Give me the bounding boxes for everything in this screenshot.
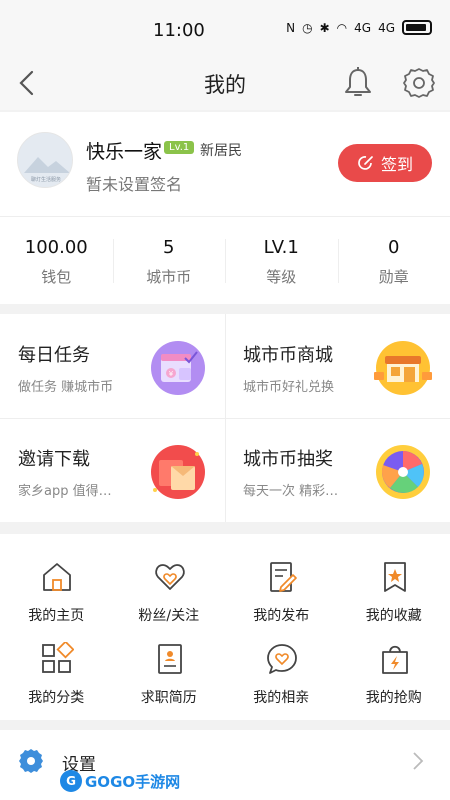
nfc-icon: N (286, 20, 296, 35)
stat-label: 等级 (266, 268, 297, 286)
grid-item-flash-sale[interactable]: 我的抢购 (338, 624, 450, 712)
watermark-text: GOGO手游网 (85, 772, 181, 791)
bookmark-icon (383, 562, 406, 592)
dating-icon (267, 644, 297, 674)
grid-item-label: 粉丝/关注 (138, 608, 200, 624)
stat-label: 勋章 (378, 268, 409, 286)
stat-label: 钱包 (41, 268, 72, 286)
card-title: 邀请下载 (18, 449, 90, 470)
grid-item-resume[interactable]: 求职简历 (113, 624, 226, 712)
card-title: 每日任务 (18, 345, 90, 366)
stat-value: LV.1 (263, 237, 299, 258)
card-subtitle: 做任务 赚城市币 (18, 380, 114, 395)
avatar-image-icon: 聊灯生活服务 (18, 133, 72, 187)
grid-item-label: 我的收藏 (365, 608, 422, 624)
bluetooth-icon: ✱ (319, 20, 330, 35)
card-title: 城市币抽奖 (243, 449, 333, 470)
stat-value: 0 (388, 237, 400, 258)
shop-icon (374, 341, 432, 395)
stat-value: 100.00 (24, 237, 88, 258)
grid-item-label: 我的主页 (28, 608, 85, 624)
notifications-button[interactable] (342, 66, 374, 100)
user-title: 新居民 (200, 143, 242, 159)
card-lottery[interactable]: 城市币抽奖 每天一次 精彩… (225, 418, 450, 522)
page-title: 我的 (204, 73, 246, 97)
pen-icon (358, 156, 373, 170)
stat-medals[interactable]: 0 勋章 (337, 217, 450, 304)
settings-gear-icon (19, 749, 43, 773)
watermark-logo: G GOGO手游网 (60, 770, 180, 792)
card-subtitle: 每天一次 精彩… (243, 484, 339, 499)
flash-sale-icon (381, 645, 408, 674)
grid-item-label: 我的相亲 (253, 690, 310, 706)
grid-item-publish[interactable]: 我的发布 (225, 542, 338, 630)
resume-icon (157, 644, 182, 674)
stat-wallet[interactable]: 100.00 钱包 (0, 217, 113, 304)
grid-item-label: 我的抢购 (365, 690, 422, 706)
status-bar: 11:00 N ◷ ✱ ◠ 4G 4G (0, 0, 450, 60)
function-grid: 我的主页 粉丝/关注 我的发布 我的收藏 我的分类 求职简历 我的相亲 我的抢购 (0, 534, 450, 720)
card-subtitle: 城市币好礼兑换 (243, 380, 335, 395)
wifi-icon: ◠ (336, 20, 348, 35)
grid-item-label: 求职简历 (140, 690, 197, 706)
card-coin-mall[interactable]: 城市币商城 城市币好礼兑换 (225, 314, 450, 418)
heart-icon (154, 564, 185, 590)
signal-icon-1: 4G (354, 20, 372, 35)
watermark-mark: G (60, 770, 82, 792)
checkin-button[interactable]: 签到 (338, 144, 432, 182)
grid-item-label: 我的发布 (253, 608, 310, 624)
svg-text:¥: ¥ (169, 370, 174, 378)
card-daily-tasks[interactable]: 每日任务 做任务 赚城市币 ¥ (0, 314, 225, 418)
stat-value: 5 (163, 237, 175, 258)
grid-item-favorites[interactable]: 我的收藏 (338, 542, 450, 630)
signal-icon-2: 4G (378, 20, 395, 35)
grid-item-fans[interactable]: 粉丝/关注 (113, 542, 226, 630)
invite-envelope-icon (151, 445, 205, 499)
task-icon: ¥ (151, 341, 205, 395)
card-invite[interactable]: 邀请下载 家乡app 值得… (0, 418, 225, 522)
gear-icon (403, 68, 435, 98)
alarm-icon: ◷ (302, 20, 313, 35)
grid-item-home[interactable]: 我的主页 (0, 542, 113, 630)
settings-top-button[interactable] (402, 66, 436, 100)
settings-row[interactable]: 设置 G GOGO手游网 (0, 730, 450, 800)
signature[interactable]: 暂未设置签名 (86, 171, 182, 195)
stat-label: 城市币 (146, 268, 192, 286)
avatar[interactable]: 聊灯生活服务 (17, 132, 73, 188)
category-icon (42, 642, 74, 673)
bell-icon (345, 67, 371, 96)
grid-item-category[interactable]: 我的分类 (0, 624, 113, 712)
card-subtitle: 家乡app 值得… (18, 484, 112, 499)
avatar-caption: 聊灯生活服务 (31, 176, 61, 183)
status-icons: N ◷ ✱ ◠ 4G 4G (286, 20, 432, 35)
chevron-right-icon (413, 752, 424, 770)
grid-item-label: 我的分类 (28, 690, 85, 706)
publish-icon (270, 562, 297, 592)
grid-item-dating[interactable]: 我的相亲 (225, 624, 338, 712)
stat-city-coins[interactable]: 5 城市币 (112, 217, 226, 304)
lottery-wheel-icon (376, 445, 430, 499)
nav-bar: 我的 (0, 60, 450, 110)
status-time: 11:00 (153, 20, 205, 41)
checkin-label: 签到 (380, 155, 413, 174)
stat-level[interactable]: LV.1 等级 (225, 217, 338, 304)
battery-icon (402, 20, 432, 35)
home-icon (43, 563, 71, 591)
profile-card: 聊灯生活服务 快乐一家 Lv.1 新居民 暂未设置签名 签到 (0, 112, 450, 216)
card-title: 城市币商城 (243, 345, 333, 366)
feature-cards: 每日任务 做任务 赚城市币 ¥ 城市币商城 城市币好礼兑换 邀请下载 家乡app… (0, 314, 450, 522)
stats-row: 100.00 钱包 5 城市币 LV.1 等级 0 勋章 (0, 216, 450, 304)
username: 快乐一家 (86, 141, 163, 163)
level-badge: Lv.1 (164, 141, 195, 154)
